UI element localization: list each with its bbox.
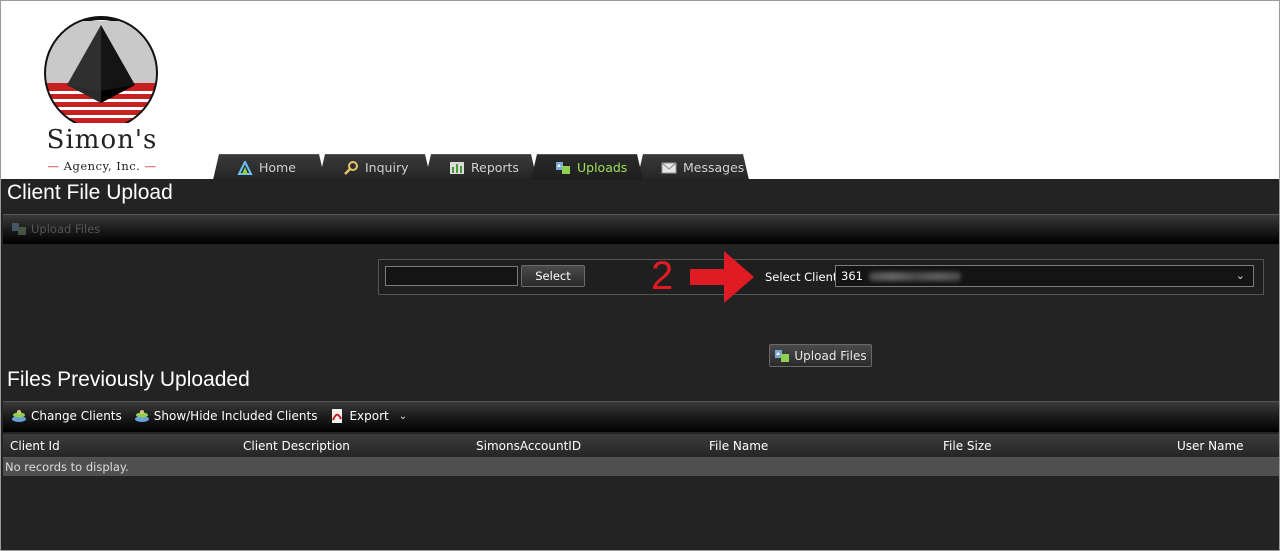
tab-uploads-label: Uploads [577,160,628,175]
change-clients-button[interactable]: Change Clients [11,409,122,423]
pdf-export-icon [329,409,345,423]
upload-toolbar: Upload Files [3,214,1279,244]
upload-files-button[interactable]: Upload Files [769,344,872,367]
main-tabs: Home Inquiry Reports Uploads Messages [213,154,743,180]
tab-home-label: Home [259,160,296,175]
header: Simon's — Agency, Inc. — Home Inquiry Re… [1,1,1279,179]
upload-icon [555,161,571,175]
toolbar-upload-files-button[interactable]: Upload Files [11,222,100,236]
people-icon [11,409,27,423]
red-arrow-icon [690,251,754,303]
files-section-title: Files Previously Uploaded [7,368,250,391]
column-header-simons-account-id[interactable]: SimonsAccountID [476,439,581,453]
tab-reports-label: Reports [471,160,519,175]
app-window: Simon's — Agency, Inc. — Home Inquiry Re… [0,0,1280,551]
select-client-label: Select Client: [765,270,842,284]
logo-emblem-icon [44,16,158,123]
chevron-down-icon[interactable]: ⌄ [399,411,407,422]
logo-subtitle-text: Agency, Inc. [63,159,141,173]
grid-header: Client Id Client Description SimonsAccou… [3,434,1279,458]
column-header-file-size[interactable]: File Size [943,439,992,453]
column-header-file-name[interactable]: File Name [709,439,768,453]
tab-messages[interactable]: Messages [637,154,749,180]
column-header-client-id[interactable]: Client Id [10,439,60,453]
bar-chart-icon [449,161,465,175]
client-dropdown-value: 361 [841,269,863,283]
grid-empty-message: No records to display. [3,458,1279,476]
column-header-user-name[interactable]: User Name [1177,439,1244,453]
magnifier-icon [343,161,359,175]
page-title: Client File Upload [7,181,173,204]
people-icon [134,409,150,423]
upload-files-button-label: Upload Files [794,348,867,363]
step-number-annotation: 2 [651,254,674,298]
client-select-panel: Select 2 Select Client: 361 ⌄ [378,251,1264,303]
logo-name: Simon's [46,125,158,155]
show-hide-clients-button[interactable]: Show/Hide Included Clients [134,409,318,423]
export-label: Export [349,409,389,423]
select-button[interactable]: Select [521,265,585,287]
chevron-down-icon: ⌄ [1235,269,1245,282]
tab-home[interactable]: Home [213,154,325,180]
tab-inquiry-label: Inquiry [365,160,409,175]
client-dropdown[interactable]: 361 ⌄ [835,265,1254,287]
column-header-client-description[interactable]: Client Description [243,439,350,453]
home-icon [237,161,253,175]
redacted-client-name [868,271,961,281]
change-clients-label: Change Clients [31,409,122,423]
upload-icon [11,222,27,236]
toolbar-upload-files-label: Upload Files [31,222,101,236]
logo-subtitle: — Agency, Inc. — [47,159,157,173]
files-toolbar: Change Clients Show/Hide Included Client… [3,401,1279,432]
tab-messages-label: Messages [683,160,745,175]
main-content: Client File Upload Upload Files Select 2… [1,179,1279,550]
export-button[interactable]: Export ⌄ [329,409,407,423]
show-hide-clients-label: Show/Hide Included Clients [153,409,318,423]
envelope-icon [661,161,677,175]
tab-reports[interactable]: Reports [425,154,537,180]
upload-icon [774,349,790,363]
client-search-input[interactable] [385,266,518,286]
tab-inquiry[interactable]: Inquiry [319,154,431,180]
logo: Simon's — Agency, Inc. — [27,11,177,177]
tab-uploads[interactable]: Uploads [531,154,643,180]
